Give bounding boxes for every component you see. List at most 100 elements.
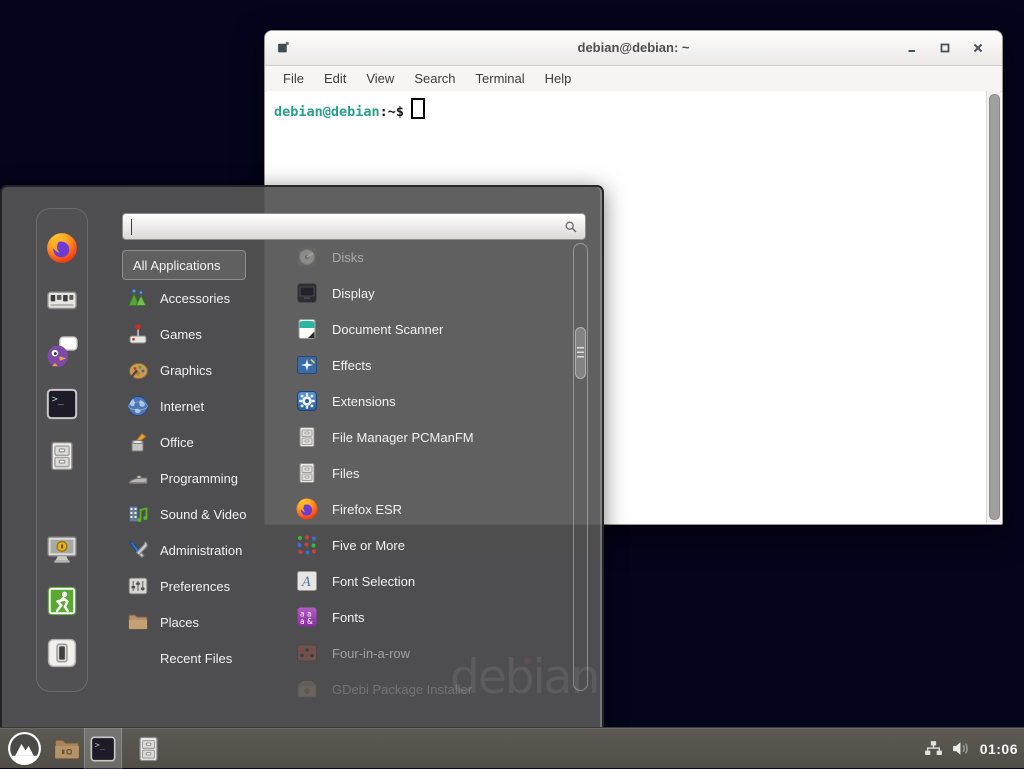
app-item[interactable]: Extensions [287, 383, 567, 419]
window-controls [906, 31, 984, 65]
category-label: Office [160, 435, 194, 450]
disks-icon [295, 245, 319, 269]
preferences-icon [126, 574, 150, 598]
category-accessories[interactable]: Accessories [122, 280, 284, 316]
terminal-menu-terminal[interactable]: Terminal [466, 71, 535, 86]
svg-text:A: A [301, 575, 311, 590]
shutdown-icon [45, 636, 79, 670]
display-icon [295, 281, 319, 305]
category-graphics[interactable]: Graphics [122, 352, 284, 388]
app-label: Four-in-a-row [332, 646, 410, 661]
logout-button[interactable] [45, 584, 79, 618]
favorite-terminal-button[interactable]: >_ [45, 387, 79, 421]
category-label: Places [160, 615, 199, 630]
search-icon [564, 220, 578, 234]
svg-text:a &: a & [300, 617, 313, 626]
category-list: Accessories Games GraphicsInternet Office Pr… [122, 280, 284, 676]
app-item[interactable]: Firefox ESR [287, 491, 567, 527]
app-item[interactable]: File Manager PCManFM [287, 419, 567, 455]
category-games[interactable]: Games [122, 316, 284, 352]
menu-button[interactable] [7, 731, 42, 766]
app-label: Document Scanner [332, 322, 443, 337]
favorite-keyboard-button[interactable] [45, 283, 79, 317]
app-item[interactable]: Five or More [287, 527, 567, 563]
lock-screen-button[interactable] [45, 532, 79, 566]
category-preferences[interactable]: Preferences [122, 568, 284, 604]
terminal-menu-view[interactable]: View [356, 71, 404, 86]
office-icon [126, 430, 150, 454]
category-label: Programming [160, 471, 238, 486]
gdebi-icon [295, 677, 319, 701]
file-cabinet-icon [295, 461, 319, 485]
fonts-icon: a aa & [295, 605, 319, 629]
app-item[interactable]: AFont Selection [287, 563, 567, 599]
firefox-icon [295, 497, 319, 521]
app-label: File Manager PCManFM [332, 430, 474, 445]
window-title: debian@debian: ~ [265, 31, 1002, 65]
terminal-scrollbar-thumb[interactable] [989, 94, 1000, 520]
category-label: Administration [160, 543, 242, 558]
app-item[interactable]: Display [287, 275, 567, 311]
system-tray: 01:06 [924, 728, 1018, 769]
app-list-scrollbar[interactable] [573, 243, 588, 691]
file-cabinet-icon [295, 425, 319, 449]
app-label: Fonts [332, 610, 365, 625]
category-label: Recent Files [160, 651, 232, 666]
favorite-pidgin-button[interactable] [45, 335, 79, 369]
shell-prompt: debian@debian:~$ [266, 91, 1001, 127]
-icon [126, 646, 150, 670]
minimize-icon[interactable] [906, 42, 918, 54]
font-selection-icon: A [295, 569, 319, 593]
category-recent-files[interactable]: Recent Files [122, 640, 284, 676]
taskbar-clock[interactable]: 01:06 [980, 741, 1018, 757]
app-item[interactable]: Document Scanner [287, 311, 567, 347]
category-programming[interactable]: Programming [122, 460, 284, 496]
app-item[interactable]: GDebi Package Installer [287, 671, 567, 707]
file-manager-folder-icon[interactable] [52, 734, 82, 764]
app-item[interactable]: Four-in-a-row [287, 635, 567, 671]
close-icon[interactable] [972, 42, 984, 54]
app-item[interactable]: Disks [287, 239, 567, 275]
terminal-app-icon [277, 41, 290, 54]
search-box[interactable] [122, 213, 586, 240]
app-item[interactable]: Effects [287, 347, 567, 383]
accessories-icon [126, 286, 150, 310]
category-administration[interactable]: Administration [122, 532, 284, 568]
terminal-menu-help[interactable]: Help [535, 71, 582, 86]
favorite-firefox-button[interactable] [45, 231, 79, 265]
category-sound-video[interactable]: Sound & Video [122, 496, 284, 532]
app-item[interactable]: Files [287, 455, 567, 491]
category-places[interactable]: Places [122, 604, 284, 640]
terminal-menubar: FileEditViewSearchTerminalHelp [265, 66, 1002, 92]
taskbar-file-cabinet-icon[interactable] [134, 734, 163, 764]
network-icon[interactable] [924, 740, 943, 757]
start-menu: >_ All Applications Accessories Games Grap… [0, 185, 604, 729]
terminal-menu-file[interactable]: File [273, 71, 314, 86]
places-icon [126, 610, 150, 634]
search-input[interactable] [131, 217, 555, 238]
app-label: Effects [332, 358, 372, 373]
terminal-scrollbar[interactable] [986, 91, 1001, 523]
terminal-cursor [411, 98, 425, 119]
taskbar-terminal-active[interactable]: >_ [84, 728, 122, 769]
shutdown-button[interactable] [45, 636, 79, 670]
terminal-menu-search[interactable]: Search [404, 71, 465, 86]
category-internet[interactable]: Internet [122, 388, 284, 424]
svg-text:>_: >_ [95, 739, 105, 749]
firefox-icon [45, 231, 79, 265]
maximize-icon[interactable] [939, 42, 951, 54]
terminal-menu-edit[interactable]: Edit [314, 71, 356, 86]
scrollbar-grip [577, 347, 584, 358]
app-label: Files [332, 466, 359, 481]
category-office[interactable]: Office [122, 424, 284, 460]
favorites-column: >_ [36, 208, 88, 692]
favorite-file-cabinet-button[interactable] [45, 439, 79, 473]
app-item[interactable]: a aa & Fonts [287, 599, 567, 635]
all-applications-button[interactable]: All Applications [122, 250, 246, 280]
terminal-icon: >_ [89, 735, 117, 763]
category-label: Games [160, 327, 202, 342]
volume-icon[interactable] [951, 740, 972, 757]
terminal-titlebar[interactable]: debian@debian: ~ [265, 31, 1002, 66]
category-label: Sound & Video [160, 507, 247, 522]
app-list-scrollbar-thumb[interactable] [575, 327, 586, 379]
